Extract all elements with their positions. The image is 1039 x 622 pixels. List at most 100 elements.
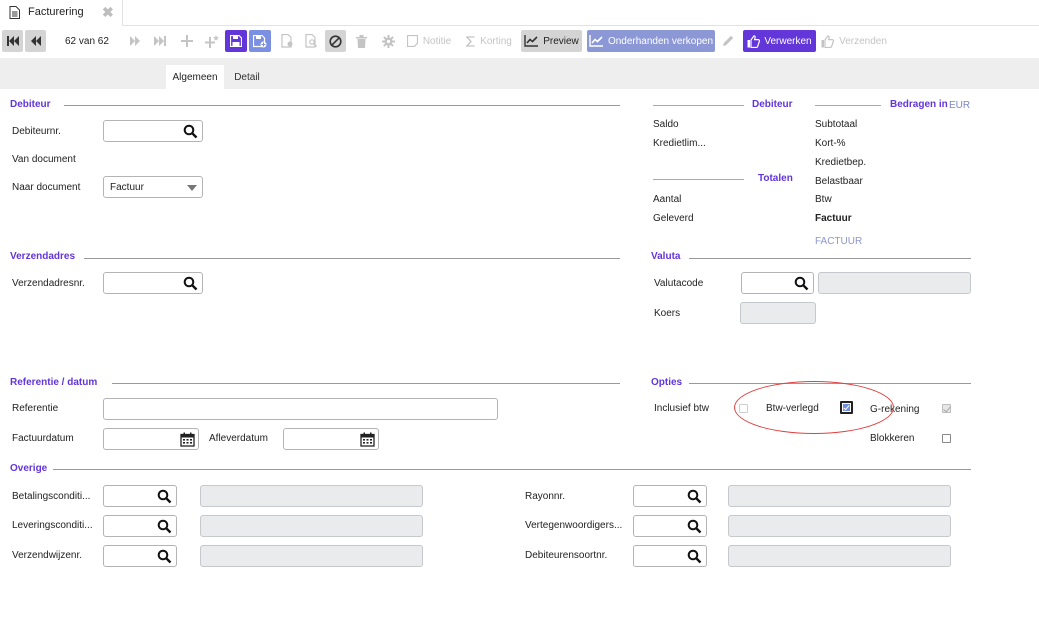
- btw-verlegd-checkbox[interactable]: [840, 401, 853, 414]
- notitie-button[interactable]: Notitie: [404, 30, 454, 52]
- saldo-label: Saldo: [653, 119, 679, 130]
- plus-star-icon: [205, 34, 219, 48]
- g-rekening-checkbox[interactable]: [942, 404, 951, 413]
- blokkeren-label: Blokkeren: [870, 433, 915, 444]
- calendar-icon[interactable]: [180, 432, 195, 447]
- valutacode-label: Valutacode: [654, 278, 704, 289]
- next-record-button[interactable]: [126, 30, 144, 52]
- afleverdatum-field[interactable]: [283, 428, 379, 450]
- referentie-field[interactable]: [103, 398, 498, 420]
- btw-verlegd-label: Btw-verlegd: [766, 403, 819, 414]
- naar-document-label: Naar document: [12, 182, 81, 193]
- calendar-icon[interactable]: [360, 432, 375, 447]
- chart-line-icon: [589, 35, 603, 47]
- previous-record-button[interactable]: [25, 30, 46, 52]
- chart-line-icon: [524, 35, 539, 47]
- verwerken-label: Verwerken: [764, 35, 812, 47]
- subtotaal-label: Subtotaal: [815, 119, 858, 130]
- settings-button[interactable]: [380, 30, 396, 52]
- korting-button[interactable]: Korting: [463, 30, 515, 52]
- rayonnr-description: [728, 485, 951, 507]
- search-icon[interactable]: [183, 124, 198, 139]
- verzendadres-divider: [84, 258, 620, 259]
- verzenden-button[interactable]: Verzenden: [821, 30, 887, 52]
- betalingscondities-field[interactable]: [103, 485, 177, 507]
- naar-document-select[interactable]: Factuur: [103, 176, 203, 198]
- verwerken-button[interactable]: Verwerken: [743, 30, 816, 52]
- search-icon[interactable]: [687, 489, 702, 504]
- blokkeren-checkbox[interactable]: [942, 434, 951, 443]
- search-icon[interactable]: [794, 276, 809, 291]
- search-icon[interactable]: [157, 489, 172, 504]
- leveringscondities-label: Leveringsconditi...: [12, 520, 93, 531]
- kredietlimiet-label: Kredietlim...: [653, 138, 706, 149]
- verzendwijze-description: [200, 545, 423, 567]
- tab-algemeen[interactable]: Algemeen: [166, 65, 224, 89]
- save-button[interactable]: [225, 30, 247, 52]
- debiteurensoort-field[interactable]: [633, 545, 707, 567]
- vertegenwoordiger-field[interactable]: [633, 515, 707, 537]
- add-line-button[interactable]: [203, 30, 221, 52]
- last-record-button[interactable]: [151, 30, 169, 52]
- search-icon[interactable]: [157, 519, 172, 534]
- koers-label: Koers: [654, 308, 681, 319]
- bedragen-divider: [815, 105, 881, 106]
- factuurdatum-label: Factuurdatum: [12, 433, 74, 444]
- debiteurnr-field[interactable]: [103, 120, 203, 142]
- search-icon[interactable]: [183, 276, 198, 291]
- plus-icon: [181, 35, 193, 47]
- record-counter: 62 van 62: [65, 36, 109, 47]
- aantal-label: Aantal: [653, 194, 682, 205]
- naar-document-value: Factuur: [110, 182, 144, 193]
- document-tab[interactable]: Facturering ✖: [0, 0, 123, 26]
- overige-divider: [53, 469, 971, 470]
- debiteur-divider: [64, 105, 620, 106]
- valuta-description-field: [818, 272, 971, 294]
- notitie-label: Notitie: [422, 35, 452, 47]
- tab-detail[interactable]: Detail: [226, 65, 268, 89]
- belastbaar-label: Belastbaar: [815, 176, 863, 187]
- verzendwijze-label: Verzendwijzenr.: [12, 550, 83, 561]
- cancel-button[interactable]: [325, 30, 346, 52]
- inclusief-btw-label: Inclusief btw: [654, 403, 710, 414]
- opties-section-title: Opties: [651, 377, 683, 388]
- valutacode-field[interactable]: [741, 272, 814, 294]
- copy-document-button[interactable]: [278, 30, 296, 52]
- search-icon[interactable]: [687, 549, 702, 564]
- verzendwijze-field[interactable]: [103, 545, 177, 567]
- summary-debiteur-title: Debiteur: [752, 99, 793, 110]
- currency-label: EUR: [949, 100, 971, 111]
- factuurdatum-field[interactable]: [103, 428, 199, 450]
- preview-label: Preview: [543, 35, 579, 47]
- first-record-icon: [6, 36, 19, 46]
- save-and-new-button[interactable]: [249, 30, 271, 52]
- debiteurnr-label: Debiteurnr.: [12, 126, 61, 137]
- first-record-button[interactable]: [2, 30, 23, 52]
- factuur-total-label: Factuur: [815, 213, 852, 224]
- verzendadresnr-field[interactable]: [103, 272, 203, 294]
- checkmark-icon: [843, 404, 850, 411]
- subtab-bar: Algemeen Detail: [0, 58, 1039, 89]
- debiteurensoort-label: Debiteurensoortnr.: [525, 550, 608, 561]
- chevron-down-icon: [187, 185, 197, 191]
- onderhanden-verkopen-button[interactable]: Onderhanden verkopen: [587, 30, 715, 52]
- g-rekening-label: G-rekening: [870, 404, 920, 415]
- search-icon[interactable]: [157, 549, 172, 564]
- thumbs-up-icon: [747, 34, 761, 48]
- preview-button[interactable]: Preview: [521, 30, 582, 52]
- totalen-divider: [653, 179, 744, 180]
- toolbar: 62 van 62 Notitie Korting Preview Onderh…: [0, 26, 1039, 58]
- add-button[interactable]: [179, 30, 195, 52]
- geleverd-label: Geleverd: [653, 213, 694, 224]
- last-record-icon: [154, 36, 166, 46]
- delete-button[interactable]: [353, 30, 369, 52]
- leveringscondities-field[interactable]: [103, 515, 177, 537]
- search-icon[interactable]: [687, 519, 702, 534]
- inclusief-btw-checkbox[interactable]: [739, 404, 748, 413]
- edit-button[interactable]: [720, 30, 736, 52]
- rayonnr-field[interactable]: [633, 485, 707, 507]
- search-document-button[interactable]: [302, 30, 320, 52]
- block-icon: [329, 34, 342, 48]
- close-icon[interactable]: ✖: [102, 4, 114, 21]
- debiteur-section-title: Debiteur: [10, 99, 51, 110]
